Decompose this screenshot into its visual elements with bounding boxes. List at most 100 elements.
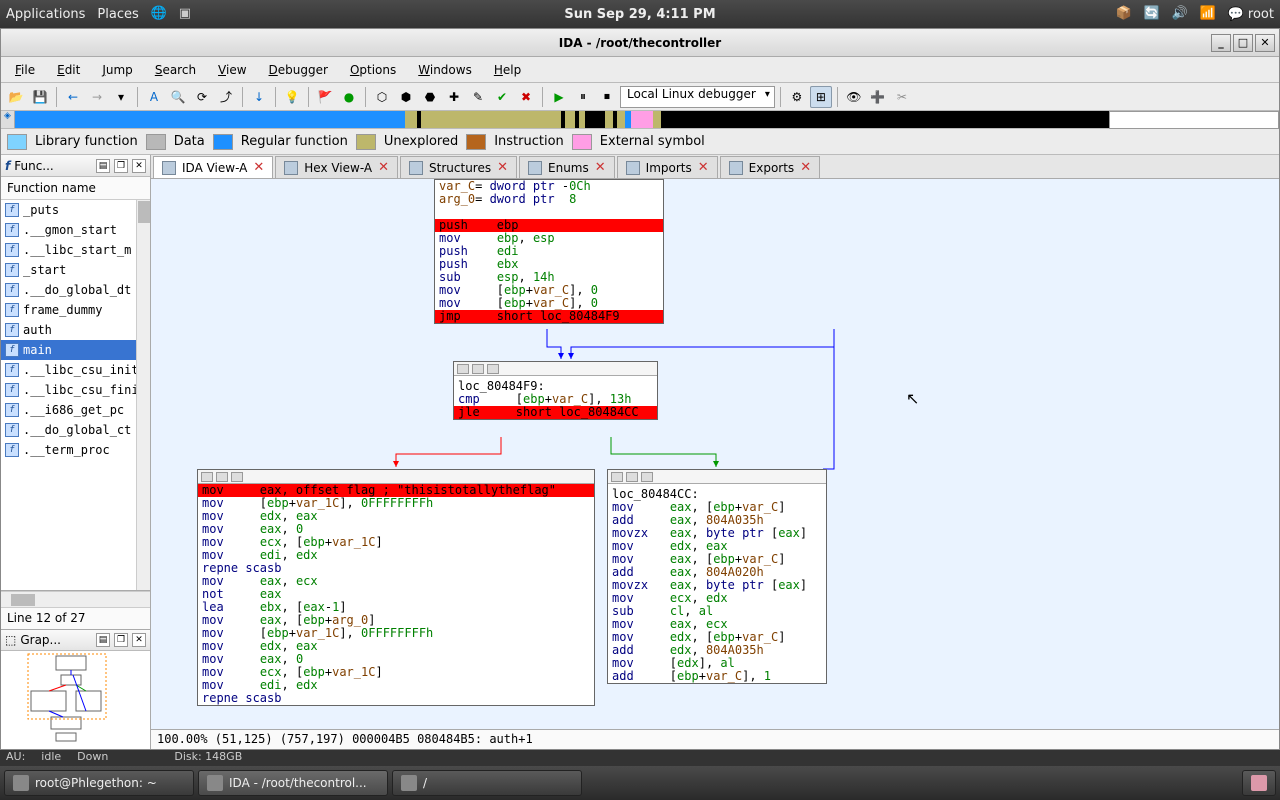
save-icon[interactable]: 💾	[29, 86, 51, 108]
functions-column-header[interactable]: Function name	[1, 177, 150, 200]
tab-structures[interactable]: Structures✕	[400, 156, 517, 178]
node-prologue[interactable]: var_C= dword ptr -0Charg_0= dword ptr 8 …	[434, 179, 664, 324]
pane-restore-icon[interactable]: ❐	[114, 159, 128, 173]
pane-list-icon[interactable]: ▤	[96, 159, 110, 173]
maximize-button[interactable]: □	[1233, 34, 1253, 52]
graph-view[interactable]: var_C= dword ptr -0Charg_0= dword ptr 8 …	[151, 179, 1279, 729]
titlebar[interactable]: IDA - /root/thecontroller _ □ ✕	[1, 29, 1279, 57]
back-icon[interactable]: ←	[62, 86, 84, 108]
graph-restore-icon[interactable]: ❐	[114, 633, 128, 647]
tray-user-icon[interactable]	[1242, 770, 1276, 796]
functions-pane-header[interactable]: f Func... ▤ ❐ ✕	[1, 155, 150, 177]
network-icon[interactable]: 📶	[1200, 6, 1216, 22]
node-loop-check[interactable]: loc_80484F9: cmp [ebp+var_C], 13h jle sh…	[453, 361, 658, 420]
terminal-icon[interactable]: ▣	[179, 6, 195, 22]
function-item[interactable]: f.__gmon_start	[1, 220, 150, 240]
breakpoint1-icon[interactable]: ⬡	[371, 86, 393, 108]
tab-close-icon[interactable]: ✕	[253, 160, 264, 175]
flag-icon[interactable]: 🚩	[314, 86, 336, 108]
watch-icon[interactable]: 👁	[843, 86, 865, 108]
tab-exports[interactable]: Exports✕	[720, 156, 820, 178]
function-item[interactable]: f.__libc_csu_fini	[1, 380, 150, 400]
taskbar-item[interactable]: IDA - /root/thecontrol...	[198, 770, 388, 796]
tab-close-icon[interactable]: ✕	[595, 160, 606, 175]
function-item[interactable]: f.__libc_csu_init	[1, 360, 150, 380]
function-item[interactable]: f_puts	[1, 200, 150, 220]
search-binary-icon[interactable]: 🔍	[167, 86, 189, 108]
forward-icon[interactable]: →	[86, 86, 108, 108]
goto-icon[interactable]: ⤴	[215, 86, 237, 108]
volume-icon[interactable]: 🔊	[1172, 6, 1188, 22]
update-icon[interactable]: 🔄	[1144, 6, 1160, 22]
graph-close-icon[interactable]: ✕	[132, 633, 146, 647]
close-button[interactable]: ✕	[1255, 34, 1275, 52]
menu-view[interactable]: View	[208, 59, 256, 81]
search-text-icon[interactable]: A	[143, 86, 165, 108]
open-icon[interactable]: 📂	[5, 86, 27, 108]
taskbar-item[interactable]: root@Phlegethon: ~	[4, 770, 194, 796]
function-item[interactable]: fframe_dummy	[1, 300, 150, 320]
stop-icon[interactable]: ⏹	[596, 86, 618, 108]
run-icon[interactable]: ▶	[548, 86, 570, 108]
pause-icon[interactable]: ⏸	[572, 86, 594, 108]
function-item[interactable]: f.__libc_start_m	[1, 240, 150, 260]
function-item[interactable]: f.__term_proc	[1, 440, 150, 460]
menu-jump[interactable]: Jump	[92, 59, 142, 81]
thread-icon[interactable]: ⚙	[786, 86, 808, 108]
function-item[interactable]: f.__do_global_ct	[1, 420, 150, 440]
function-item[interactable]: f.__do_global_dt	[1, 280, 150, 300]
menu-file[interactable]: File	[5, 59, 45, 81]
bulb-icon[interactable]: 💡	[281, 86, 303, 108]
graph-overview-header[interactable]: ⬚ Grap... ▤ ❐ ✕	[1, 630, 150, 651]
clock[interactable]: Sun Sep 29, 4:11 PM	[564, 7, 715, 22]
menu-options[interactable]: Options	[340, 59, 406, 81]
tab-close-icon[interactable]: ✕	[378, 160, 389, 175]
dropbox-icon[interactable]: 📦	[1116, 6, 1132, 22]
debugger-combo[interactable]: Local Linux debugger	[620, 86, 775, 108]
menu-debugger[interactable]: Debugger	[259, 59, 338, 81]
user-menu[interactable]: 💬 root	[1228, 7, 1274, 22]
menu-edit[interactable]: Edit	[47, 59, 90, 81]
pane-close-icon[interactable]: ✕	[132, 159, 146, 173]
menu-help[interactable]: Help	[484, 59, 531, 81]
node-strlen-block[interactable]: mov eax, offset flag ; "thisistotallythe…	[197, 469, 595, 706]
search-next-icon[interactable]: ⟳	[191, 86, 213, 108]
taskbar-item[interactable]: /	[392, 770, 582, 796]
tab-ida-view-a[interactable]: IDA View-A✕	[153, 156, 273, 178]
minimize-button[interactable]: _	[1211, 34, 1231, 52]
functions-scrollbar-vertical[interactable]	[136, 200, 150, 590]
functions-scrollbar-horizontal[interactable]	[1, 591, 150, 607]
nav-left-icon[interactable]: ◈	[1, 111, 15, 128]
tab-imports[interactable]: Imports✕	[617, 156, 718, 178]
menu-search[interactable]: Search	[145, 59, 206, 81]
edit-bp-icon[interactable]: ✎	[467, 86, 489, 108]
function-item[interactable]: fmain	[1, 340, 150, 360]
struct-add-icon[interactable]: ➕	[867, 86, 889, 108]
delete-bp-icon[interactable]: ✖	[515, 86, 537, 108]
apps-menu[interactable]: Applications	[6, 7, 85, 22]
add-bp-icon[interactable]: ✚	[443, 86, 465, 108]
graph-list-icon[interactable]: ▤	[96, 633, 110, 647]
record-icon[interactable]: ●	[338, 86, 360, 108]
places-menu[interactable]: Places	[97, 7, 138, 22]
menu-windows[interactable]: Windows	[408, 59, 482, 81]
breakpoint2-icon[interactable]: ⬢	[395, 86, 417, 108]
breakpoint3-icon[interactable]: ⬣	[419, 86, 441, 108]
node-loop-body[interactable]: loc_80484CC: mov eax, [ebp+var_C]add eax…	[607, 469, 827, 684]
iceweasel-icon[interactable]: 🌐	[151, 6, 167, 22]
step-into-icon[interactable]: ↓	[248, 86, 270, 108]
graph-overview-canvas[interactable]	[1, 651, 150, 749]
struct-del-icon[interactable]: ✂	[891, 86, 913, 108]
tab-enums[interactable]: Enums✕	[519, 156, 615, 178]
function-item[interactable]: f_start	[1, 260, 150, 280]
nav-spinner[interactable]	[1109, 111, 1279, 129]
navigation-band[interactable]: ◈	[1, 111, 1279, 129]
tab-close-icon[interactable]: ✕	[698, 160, 709, 175]
tab-close-icon[interactable]: ✕	[800, 160, 811, 175]
graph-mode-icon[interactable]: ⊞	[810, 86, 832, 108]
enable-bp-icon[interactable]: ✔	[491, 86, 513, 108]
dropdown-icon[interactable]: ▾	[110, 86, 132, 108]
tab-hex-view-a[interactable]: Hex View-A✕	[275, 156, 398, 178]
function-item[interactable]: fauth	[1, 320, 150, 340]
function-item[interactable]: f.__i686_get_pc	[1, 400, 150, 420]
